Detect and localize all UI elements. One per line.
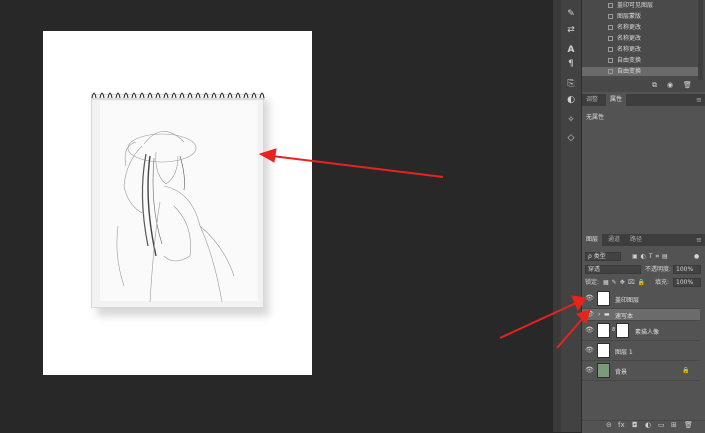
layer-name: 盖印图层 [615,297,640,304]
tab-adjustments[interactable]: 调整 [582,94,602,106]
properties-tab-bar: 调整 属性 ≡ [582,94,705,106]
clone-source-icon[interactable]: ⎘ [565,78,577,90]
history-scrollbar[interactable] [698,0,703,80]
character-icon[interactable]: A [565,44,577,56]
layer-row[interactable]: 👁 背景 🔒 [582,361,700,381]
layer-name: 速写本 [615,313,634,320]
link-layers-icon[interactable]: ⊝ [606,421,612,429]
panel-menu-icon[interactable]: ≡ [692,94,705,106]
tab-layers[interactable]: 图层 [582,234,603,246]
layer-thumbnail [597,323,610,338]
brush-icon[interactable]: ✎ [565,8,577,20]
eye-icon[interactable]: 👁 [585,367,594,374]
layer-thumbnail [597,363,610,378]
panel-menu-icon[interactable]: ≡ [692,234,705,246]
tool-preset-icon[interactable]: ✧ [565,114,577,126]
filter-toggle[interactable]: ● [694,252,699,261]
paragraph-icon[interactable]: ¶ [565,58,577,70]
link-icon[interactable]: 8 [612,327,615,333]
layer-name: 图层 1 [615,349,633,356]
history-panel: 盖印可见图层 图层蒙版 名称更改 名称更改 名称更改 自由变换 自由变换 [582,0,705,92]
layer-thumbnail [597,343,610,358]
eye-icon[interactable]: 👁 [585,295,594,302]
blend-mode-select[interactable]: 穿透 [585,265,641,274]
eye-icon[interactable]: 👁 [585,347,594,354]
add-mask-icon[interactable]: ◘ [632,421,638,429]
new-document-from-state-icon[interactable]: ⧉ [652,81,657,90]
trash-icon[interactable]: 🗑 [683,81,692,89]
layer-mask-thumbnail [616,323,629,338]
swap-icon[interactable]: ⇄ [565,24,577,36]
history-item[interactable]: 自由变换 [582,56,700,65]
history-item[interactable]: 名称更改 [582,34,700,43]
history-item[interactable]: 图层蒙版 [582,12,700,21]
fill-label: 填充: [655,279,670,286]
adjustment-layer-icon[interactable]: ◐ [645,421,651,429]
lock-icon: 🔒 [682,367,690,374]
history-item[interactable]: 盖印可见图层 [582,1,700,10]
layer-group-row[interactable]: 👁 › ▬ 速写本 [582,309,700,321]
layers-tab-bar: 图层 通道 路径 ≡ [582,234,705,246]
cube-3d-icon[interactable]: ◇ [565,132,577,144]
layer-name: 素描人像 [635,329,660,336]
pencil-sketch-portrait [116,131,235,302]
layer-row[interactable]: 👁 8 素描人像 [582,321,700,341]
folder-icon: ▬ [604,311,610,318]
history-item[interactable]: 名称更改 [582,23,700,32]
chevron-right-icon[interactable]: › [598,311,600,318]
tab-paths[interactable]: 路径 [626,234,646,246]
tab-properties[interactable]: 属性 [606,94,627,106]
layer-filter-select[interactable]: ρ 类型 [585,252,621,261]
new-group-icon[interactable]: ▭ [658,421,665,429]
history-item[interactable]: 名称更改 [582,45,700,54]
layer-thumbnail [597,291,610,306]
fx-icon[interactable]: fx [618,421,625,429]
camera-icon[interactable]: ◉ [667,81,673,89]
no-properties-text: 无属性 [586,114,605,121]
spiral-binding [91,92,265,100]
filter-icons[interactable]: ▣◐T⌗▤ [632,252,671,261]
opacity-input[interactable]: 100% [673,265,701,274]
fill-input[interactable]: 100% [673,278,701,287]
layer-row[interactable]: 👁 盖印图层 [582,289,700,309]
layer-row[interactable]: 👁 图层 1 [582,341,700,361]
lock-label: 锁定: [585,279,600,286]
layer-name: 背景 [615,369,628,376]
history-item-selected[interactable]: 自由变换 [582,67,700,76]
new-layer-icon[interactable]: ⊞ [671,421,677,429]
trash-icon[interactable]: 🗑 [684,421,693,429]
lock-icons[interactable]: ▦✎✥⌧🔒 [603,278,648,287]
panel-icon-column: ✎ ⇄ A ¶ ⎘ ◐ ✧ ◇ [561,0,582,432]
eye-icon[interactable]: 👁 [585,327,594,334]
panel-dock-divider[interactable] [553,0,561,432]
adjustments-icon[interactable]: ◐ [565,94,577,106]
eye-icon[interactable]: 👁 [585,311,594,318]
opacity-label: 不透明度: [645,266,672,273]
tab-channels[interactable]: 通道 [604,234,624,246]
properties-panel [582,106,705,232]
